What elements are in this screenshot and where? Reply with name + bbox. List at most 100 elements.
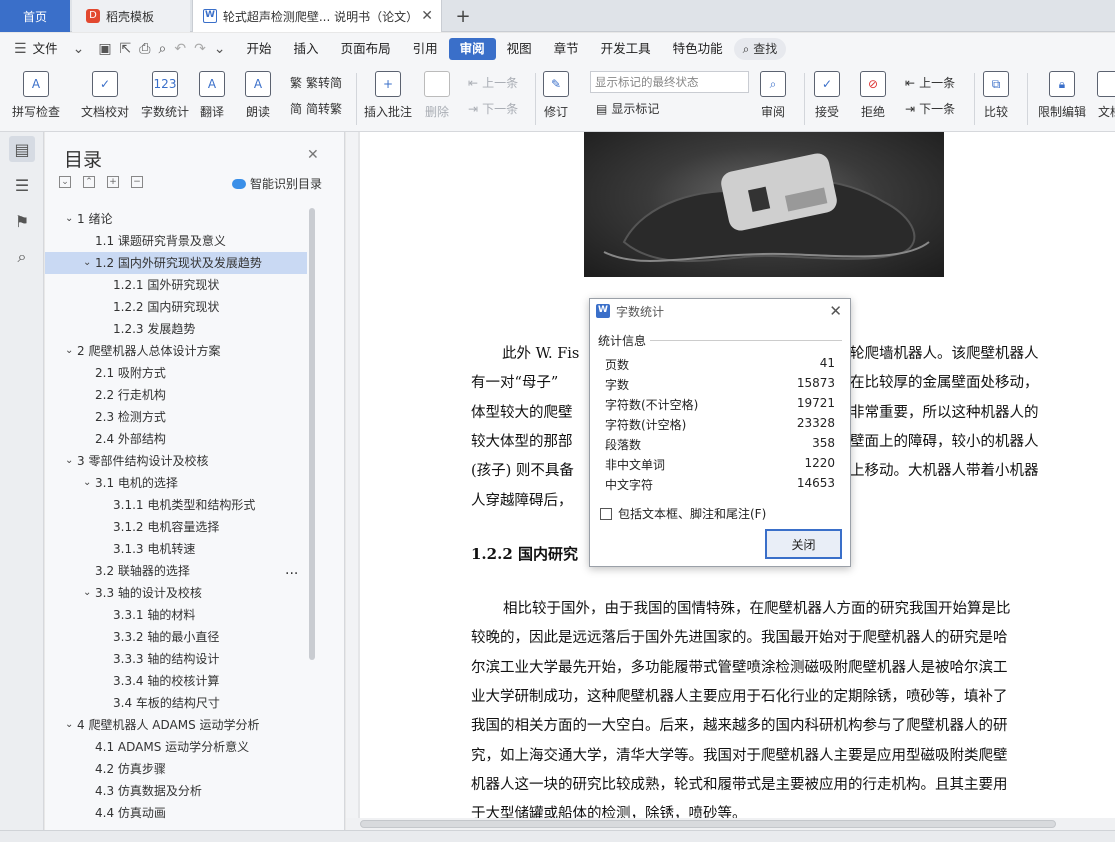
more-options-icon[interactable]: ... (285, 562, 298, 578)
toc-item[interactable]: ⌄ 1.2 国内外研究现状及发展趋势 (45, 252, 307, 274)
toc-panel-icon[interactable]: ▤ (9, 136, 35, 162)
chevron-down-icon[interactable]: ⌄ (65, 450, 73, 472)
toc-item[interactable]: 2.3 检测方式 (45, 406, 307, 428)
export-icon[interactable]: ⇱ (116, 41, 136, 57)
tab-templates[interactable]: D 稻壳模板 (72, 0, 190, 32)
tab-home[interactable]: 首页 (0, 0, 70, 32)
toc-item[interactable]: 3.3.4 轴的校核计算 (45, 670, 307, 692)
close-button[interactable]: 关闭 (765, 529, 842, 559)
expand-up-icon[interactable]: ⌃ (83, 176, 95, 188)
close-icon[interactable]: ✕ (829, 302, 842, 320)
toc-item[interactable]: 4.2 仿真步骤 (45, 758, 307, 780)
toc-item[interactable]: 1.2.3 发展趋势 (45, 318, 307, 340)
menu-tab-7[interactable]: 开发工具 (590, 38, 662, 60)
delete-comment-button[interactable]: 删除 (424, 71, 450, 120)
next-comment-button[interactable]: ⇥ 下一条 (468, 100, 518, 117)
menu-tab-1[interactable]: 插入 (283, 38, 330, 60)
read-aloud-button[interactable]: A 朗读 (245, 71, 271, 120)
print-preview-icon[interactable]: ⌕ (154, 41, 170, 57)
hamburger-menu-icon[interactable]: ☰ (0, 41, 31, 57)
prev-change-button[interactable]: ⇤ 上一条 (905, 74, 955, 91)
search-icon[interactable]: ⌕ (9, 244, 35, 270)
markup-state-select[interactable]: 显示标记的最终状态 (590, 71, 749, 93)
toc-item[interactable]: ⌄ 3 零部件结构设计及校核 (45, 450, 307, 472)
prev-comment-button[interactable]: ⇤ 上一条 (468, 74, 518, 91)
toc-item[interactable]: 3.3.1 轴的材料 (45, 604, 307, 626)
new-tab-button[interactable]: + (452, 0, 474, 32)
toc-item[interactable]: 3.3.3 轴的结构设计 (45, 648, 307, 670)
toc-scrollbar[interactable] (309, 208, 315, 660)
simp-to-trad-button[interactable]: 简简转繁 (290, 100, 342, 117)
menu-tab-4[interactable]: 审阅 (448, 38, 496, 60)
chevron-down-icon[interactable]: ⌄ (69, 41, 89, 57)
proofread-button[interactable]: ✓ 文档校对 (81, 71, 129, 120)
print-icon[interactable]: ⎙ (135, 41, 154, 57)
bookmark-icon[interactable]: ⚑ (9, 208, 35, 234)
toc-item[interactable]: 3.4 车板的结构尺寸 (45, 692, 307, 714)
accept-button[interactable]: ✓ 接受 (814, 71, 840, 120)
smart-toc-button[interactable]: 智能识别目录 (232, 175, 322, 192)
toc-item[interactable]: ⌄ 4 爬壁机器人 ADAMS 运动学分析 (45, 714, 307, 736)
chevron-down-icon[interactable]: ⌄ (65, 714, 73, 736)
search-button[interactable]: ⌕ 查找 (733, 38, 787, 60)
toc-item[interactable]: ⌄ 1 绪论 (45, 208, 307, 230)
add-heading-icon[interactable]: + (107, 176, 119, 188)
menu-tab-5[interactable]: 视图 (496, 38, 543, 60)
close-icon[interactable]: ✕ (307, 147, 319, 163)
show-markup-button[interactable]: ▤ 显示标记 (596, 100, 659, 117)
toc-item[interactable]: 3.1.3 电机转速 (45, 538, 307, 560)
track-changes-button[interactable]: ✎ 修订 (543, 71, 569, 120)
menu-tab-2[interactable]: 页面布局 (330, 38, 402, 60)
toc-item[interactable]: ⌄ 3.3 轴的设计及校核 (45, 582, 307, 604)
menu-tab-0[interactable]: 开始 (236, 38, 283, 60)
spellcheck-button[interactable]: A 拼写检查 (12, 71, 60, 120)
include-textbox-checkbox[interactable]: 包括文本框、脚注和尾注(F) (600, 505, 766, 522)
toc-item[interactable]: 3.3.2 轴的最小直径 (45, 626, 307, 648)
menu-tab-6[interactable]: 章节 (543, 38, 590, 60)
translate-button[interactable]: A 翻译 (199, 71, 225, 120)
wordcount-button[interactable]: 123 字数统计 (141, 71, 189, 120)
chevron-down-icon[interactable]: ⌄ (65, 340, 73, 362)
toc-item[interactable]: 4.3 仿真数据及分析 (45, 780, 307, 802)
file-menu[interactable]: 文件 (31, 38, 69, 60)
toc-item[interactable]: 4.4 仿真动画 (45, 802, 307, 824)
insert-comment-button[interactable]: + 插入批注 (364, 71, 412, 120)
navigation-icon[interactable]: ☰ (9, 172, 35, 198)
chevron-down-icon[interactable]: ⌄ (65, 208, 73, 230)
save-icon[interactable]: ▣ (94, 41, 115, 57)
toc-item[interactable]: 1.2.1 国外研究现状 (45, 274, 307, 296)
menu-tab-8[interactable]: 特色功能 (662, 38, 734, 60)
chevron-down-icon[interactable]: ⌄ (83, 252, 91, 274)
review-pane-button[interactable]: ⌕ 审阅 (760, 71, 786, 120)
chevron-down-icon[interactable]: ⌄ (83, 582, 91, 604)
restrict-editing-button[interactable]: 🔒︎ 限制编辑 (1038, 71, 1086, 120)
compare-button[interactable]: ⧉ 比较 (983, 71, 1009, 120)
doc-rights-button[interactable]: 文档 (1097, 71, 1115, 120)
toc-item[interactable]: 1.2.2 国内研究现状 (45, 296, 307, 318)
toc-item[interactable]: ⌄ 2 爬壁机器人总体设计方案 (45, 340, 307, 362)
undo-icon[interactable]: ↶ (170, 41, 190, 57)
horizontal-scrollbar[interactable] (346, 818, 1115, 830)
dialog-titlebar[interactable]: W 字数统计 (590, 299, 850, 323)
remove-heading-icon[interactable]: − (131, 176, 143, 188)
toc-item[interactable]: 2.1 吸附方式 (45, 362, 307, 384)
chevron-down-icon[interactable]: ⌄ (83, 472, 91, 494)
toc-item[interactable]: 3.1.1 电机类型和结构形式 (45, 494, 307, 516)
menu-tab-3[interactable]: 引用 (402, 38, 449, 60)
toc-item[interactable]: 2.2 行走机构 (45, 384, 307, 406)
toc-item[interactable]: 3.2 联轴器的选择 (45, 560, 307, 582)
toc-item[interactable]: ⌄ 3.1 电机的选择 (45, 472, 307, 494)
toc-item[interactable]: 4.1 ADAMS 运动学分析意义 (45, 736, 307, 758)
toc-item[interactable]: 3.1.2 电机容量选择 (45, 516, 307, 538)
quick-access-more-icon[interactable]: ⌄ (210, 41, 230, 57)
trad-to-simp-button[interactable]: 繁繁转简 (290, 74, 342, 91)
redo-icon[interactable]: ↷ (190, 41, 210, 57)
reject-button[interactable]: ⊘ 拒绝 (860, 71, 886, 120)
horizontal-scroll-thumb[interactable] (360, 820, 1056, 828)
close-tab-icon[interactable]: ✕ (421, 8, 433, 24)
toc-item[interactable]: 2.4 外部结构 (45, 428, 307, 450)
toc-item[interactable]: 1.1 课题研究背景及意义 (45, 230, 307, 252)
collapse-all-icon[interactable]: ⌄ (59, 176, 71, 188)
next-change-button[interactable]: ⇥ 下一条 (905, 100, 955, 117)
tab-document[interactable]: W 轮式超声检测爬壁... 说明书（论文） ✕ (192, 0, 442, 32)
